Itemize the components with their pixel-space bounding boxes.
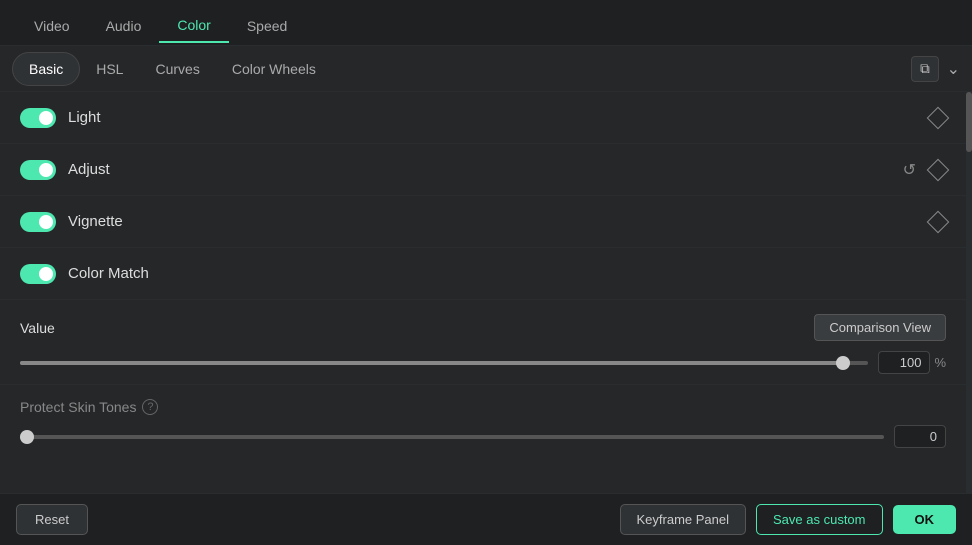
vignette-label: Vignette xyxy=(68,213,930,230)
keyframe-panel-button[interactable]: Keyframe Panel xyxy=(620,504,747,535)
adjust-icons: ↺ xyxy=(899,158,946,182)
scrollbar[interactable] xyxy=(966,92,972,493)
adjust-label: Adjust xyxy=(68,161,899,178)
scroll-thumb[interactable] xyxy=(966,92,972,152)
colormatch-label: Color Match xyxy=(68,265,946,282)
value-slider-thumb[interactable] xyxy=(836,356,850,370)
light-toggle[interactable] xyxy=(20,108,56,128)
value-unit: % xyxy=(934,355,946,370)
protect-slider-track[interactable] xyxy=(20,435,884,439)
comparison-view-button[interactable]: Comparison View xyxy=(814,314,946,341)
subtab-basic[interactable]: Basic xyxy=(12,52,80,86)
main-content: Light Adjust ↺ Vignette Color Match xyxy=(0,92,972,493)
adjust-reset-icon[interactable]: ↺ xyxy=(899,158,920,182)
compare-icon: ⧉ xyxy=(920,61,930,77)
light-row: Light xyxy=(0,92,966,144)
vignette-toggle[interactable] xyxy=(20,212,56,232)
tab-speed[interactable]: Speed xyxy=(229,10,305,42)
vignette-icons xyxy=(930,214,946,230)
protect-label: Protect Skin Tones ? xyxy=(20,399,946,415)
compare-icon-btn[interactable]: ⧉ xyxy=(911,56,939,82)
protect-slider-thumb[interactable] xyxy=(20,430,34,444)
protect-slider-row: 0 xyxy=(20,425,946,448)
ok-button[interactable]: OK xyxy=(893,505,957,534)
vignette-diamond-icon[interactable] xyxy=(927,210,950,233)
colormatch-toggle[interactable] xyxy=(20,264,56,284)
light-diamond-icon[interactable] xyxy=(927,106,950,129)
bottom-right: Keyframe Panel Save as custom OK xyxy=(620,504,957,535)
protect-section: Protect Skin Tones ? 0 xyxy=(0,385,966,458)
sub-tabs: Basic HSL Curves Color Wheels ⧉ ⌄ xyxy=(0,46,972,92)
save-custom-button[interactable]: Save as custom xyxy=(756,504,883,535)
reset-button[interactable]: Reset xyxy=(16,504,88,535)
vignette-row: Vignette xyxy=(0,196,966,248)
subtab-colorwheels[interactable]: Color Wheels xyxy=(216,53,332,85)
protect-value-input[interactable]: 0 xyxy=(894,425,946,448)
adjust-toggle[interactable] xyxy=(20,160,56,180)
value-header: Value Comparison View xyxy=(20,314,946,341)
tab-audio[interactable]: Audio xyxy=(88,10,160,42)
light-icons xyxy=(930,110,946,126)
tab-color[interactable]: Color xyxy=(159,9,228,43)
protect-help-icon[interactable]: ? xyxy=(142,399,158,415)
value-slider-fill xyxy=(20,361,843,365)
protect-label-text: Protect Skin Tones xyxy=(20,399,136,415)
light-label: Light xyxy=(68,109,930,126)
value-slider-track[interactable] xyxy=(20,361,868,365)
adjust-diamond-icon[interactable] xyxy=(927,158,950,181)
value-label: Value xyxy=(20,320,55,336)
colormatch-row: Color Match xyxy=(0,248,966,300)
value-slider-row: 100 % xyxy=(20,351,946,374)
tab-video[interactable]: Video xyxy=(16,10,88,42)
value-input[interactable]: 100 xyxy=(878,351,930,374)
bottom-bar: Reset Keyframe Panel Save as custom OK xyxy=(0,493,972,545)
subtab-hsl[interactable]: HSL xyxy=(80,53,139,85)
subtab-curves[interactable]: Curves xyxy=(139,53,215,85)
value-section: Value Comparison View 100 % xyxy=(0,300,966,385)
sub-tabs-right: ⧉ ⌄ xyxy=(911,56,960,82)
chevron-down-btn[interactable]: ⌄ xyxy=(947,59,960,79)
adjust-row: Adjust ↺ xyxy=(0,144,966,196)
top-tabs: Video Audio Color Speed xyxy=(0,0,972,46)
